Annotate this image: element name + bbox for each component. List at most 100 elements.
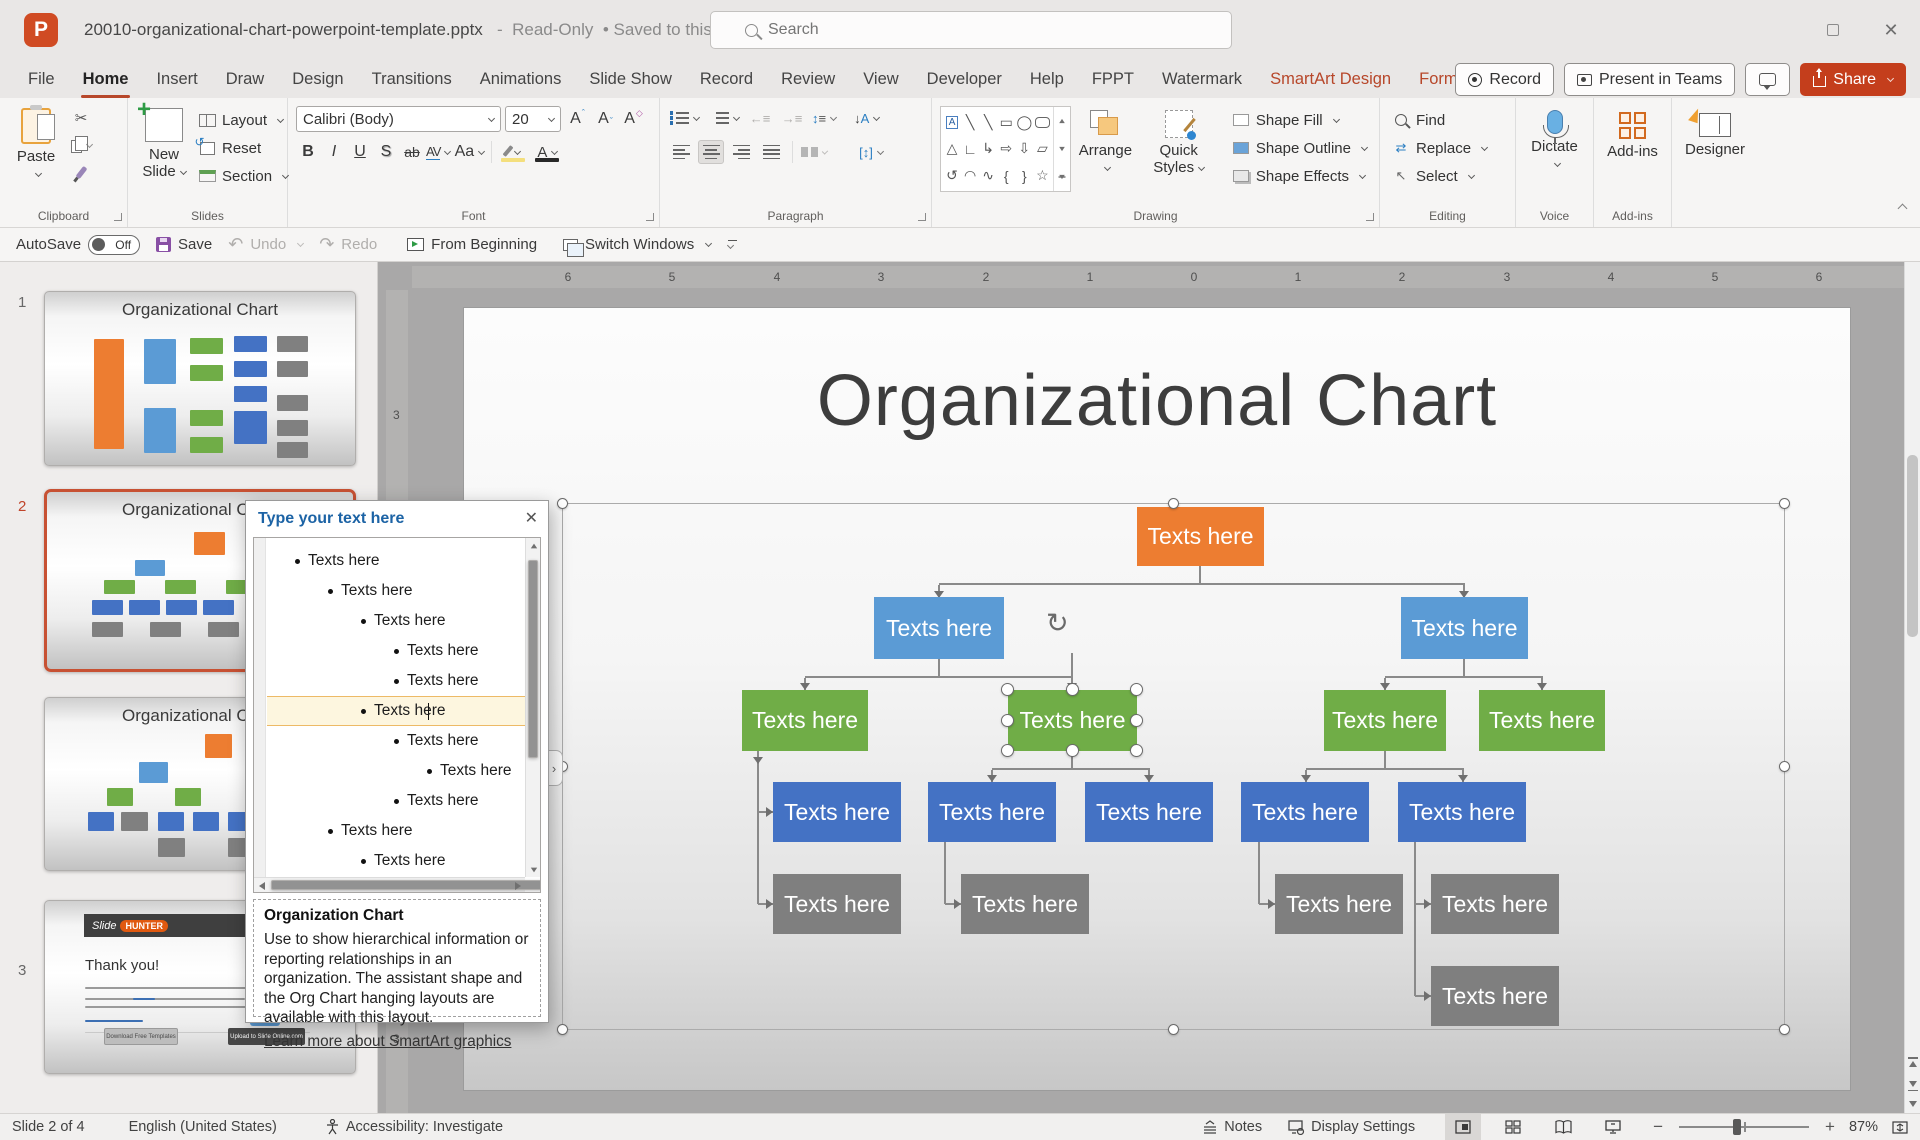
align-left-button[interactable] — [668, 140, 694, 164]
align-center-button[interactable] — [698, 140, 724, 164]
next-slide-button[interactable] — [1905, 1075, 1920, 1093]
text-pane-item[interactable]: Texts here — [267, 846, 525, 876]
text-pane-item-selected[interactable]: Texts here — [267, 696, 525, 726]
change-case-button[interactable]: Aa — [452, 140, 486, 164]
node-handle[interactable] — [1130, 714, 1143, 727]
frame-handle[interactable] — [557, 1024, 568, 1035]
node-handle[interactable] — [1130, 744, 1143, 757]
tab-view[interactable]: View — [849, 60, 912, 98]
align-right-button[interactable] — [728, 140, 754, 164]
slide-title[interactable]: Organizational Chart — [464, 360, 1850, 442]
undo-button[interactable]: ↶Undo — [228, 234, 303, 255]
frame-handle[interactable] — [1779, 1024, 1790, 1035]
replace-button[interactable]: ⇄Replace — [1388, 136, 1491, 160]
highlight-color-button[interactable] — [497, 140, 529, 164]
scroll-up-icon[interactable] — [526, 538, 541, 553]
node-handle[interactable] — [1066, 744, 1079, 757]
redo-button[interactable]: ↷Redo — [319, 234, 377, 255]
paragraph-dialog-launcher[interactable] — [918, 213, 926, 221]
save-button[interactable]: Save — [156, 236, 212, 253]
strikethrough-button[interactable]: ab — [400, 140, 424, 164]
node-handle[interactable] — [1001, 714, 1014, 727]
rounded-rectangle-shape-icon[interactable] — [1035, 117, 1050, 128]
switch-windows-button[interactable]: Switch Windows — [563, 236, 711, 253]
tab-draw[interactable]: Draw — [212, 60, 279, 98]
curve-shape-icon[interactable]: ∿ — [982, 167, 994, 184]
star-shape-icon[interactable]: ☆ — [1036, 167, 1049, 184]
comments-button[interactable] — [1745, 63, 1790, 96]
shapes-scroll-down[interactable] — [1054, 135, 1070, 163]
tab-review[interactable]: Review — [767, 60, 849, 98]
text-pane-vscroll-thumb[interactable] — [528, 560, 538, 758]
arrow-shape-icon[interactable]: ╲ — [984, 114, 992, 131]
text-pane-item[interactable]: Texts here — [267, 576, 525, 606]
increase-indent-button[interactable]: →≡ — [780, 106, 804, 130]
node-handle[interactable] — [1130, 683, 1143, 696]
elbow-shape-icon[interactable]: ∟ — [963, 141, 977, 157]
dictate-button[interactable]: Dictate — [1526, 106, 1583, 175]
search-input[interactable] — [768, 21, 1188, 39]
autosave-switch[interactable]: Off — [88, 235, 140, 255]
tab-design[interactable]: Design — [278, 60, 357, 98]
text-pane-item[interactable]: Texts here — [267, 636, 525, 666]
tab-fppt[interactable]: FPPT — [1078, 60, 1148, 98]
close-window-button[interactable]: ✕ — [1862, 0, 1920, 60]
shape-outline-button[interactable]: Shape Outline — [1228, 136, 1371, 160]
elbow-arrow-shape-icon[interactable]: ↳ — [982, 140, 994, 157]
section-button[interactable]: Section — [194, 164, 292, 188]
scroll-down-button[interactable] — [1905, 1095, 1920, 1113]
new-slide-button[interactable]: New Slide — [136, 106, 192, 183]
text-pane-item[interactable]: Texts here — [267, 756, 525, 786]
line-spacing-button[interactable]: ↕≡ — [812, 106, 836, 130]
tab-watermark[interactable]: Watermark — [1148, 60, 1256, 98]
scribble-shape-icon[interactable]: ↺ — [946, 167, 958, 184]
clipboard-dialog-launcher[interactable] — [114, 213, 122, 221]
italic-button[interactable]: I — [322, 140, 346, 164]
arrange-button[interactable]: Arrange — [1077, 106, 1133, 179]
designer-button[interactable]: Designer — [1680, 106, 1750, 160]
text-direction-button[interactable]: ↓A — [854, 106, 879, 130]
search-box[interactable] — [710, 11, 1232, 49]
present-in-teams-button[interactable]: Present in Teams — [1564, 63, 1735, 96]
tab-insert[interactable]: Insert — [142, 60, 211, 98]
tab-record[interactable]: Record — [686, 60, 767, 98]
tab-transitions[interactable]: Transitions — [358, 60, 466, 98]
frame-handle[interactable] — [1779, 498, 1790, 509]
slide[interactable]: Organizational Chart — [463, 307, 1851, 1091]
decrease-indent-button[interactable]: ←≡ — [748, 106, 772, 130]
text-pane-item[interactable]: Texts here — [267, 726, 525, 756]
font-name-select[interactable]: Calibri (Body) — [296, 106, 501, 132]
paste-button[interactable]: Paste — [8, 106, 64, 185]
toolbar-overflow-button[interactable] — [727, 240, 733, 250]
columns-button[interactable] — [801, 140, 827, 164]
text-shadow-button[interactable]: S — [374, 140, 398, 164]
restore-window-button[interactable] — [1804, 0, 1862, 60]
arc-shape-icon[interactable]: ◠ — [964, 167, 976, 184]
from-beginning-button[interactable]: From Beginning — [407, 236, 537, 253]
find-button[interactable]: Find — [1388, 108, 1491, 132]
quick-styles-button[interactable]: Quick Styles — [1133, 106, 1224, 179]
record-button[interactable]: Record — [1455, 63, 1554, 96]
text-pane-item[interactable]: Texts here — [267, 786, 525, 816]
numbering-button[interactable] — [708, 106, 740, 130]
align-text-button[interactable]: [↕] — [859, 140, 883, 164]
accessibility-status[interactable]: Accessibility: Investigate — [325, 1119, 503, 1135]
node-handle[interactable] — [1001, 683, 1014, 696]
tab-home[interactable]: Home — [69, 60, 143, 98]
zoom-slider[interactable] — [1679, 1126, 1809, 1128]
right-arrow-shape-icon[interactable]: ⇨ — [1000, 140, 1012, 157]
tab-smartart-design[interactable]: SmartArt Design — [1256, 60, 1405, 98]
cut-button[interactable]: ✂ — [68, 106, 94, 130]
shapes-scroll-up[interactable] — [1054, 107, 1070, 135]
tab-help[interactable]: Help — [1016, 60, 1078, 98]
text-pane-item[interactable]: Texts here — [267, 606, 525, 636]
character-spacing-button[interactable]: AV — [426, 140, 450, 164]
right-brace-shape-icon[interactable]: } — [1022, 168, 1027, 184]
language-indicator[interactable]: English (United States) — [129, 1119, 277, 1135]
down-arrow-shape-icon[interactable]: ⇩ — [1018, 140, 1030, 157]
underline-button[interactable]: U — [348, 140, 372, 164]
frame-handle[interactable] — [1168, 498, 1179, 509]
left-brace-shape-icon[interactable]: { — [1004, 168, 1009, 184]
text-pane-item[interactable]: Texts here — [267, 666, 525, 696]
scroll-left-icon[interactable] — [254, 878, 269, 893]
